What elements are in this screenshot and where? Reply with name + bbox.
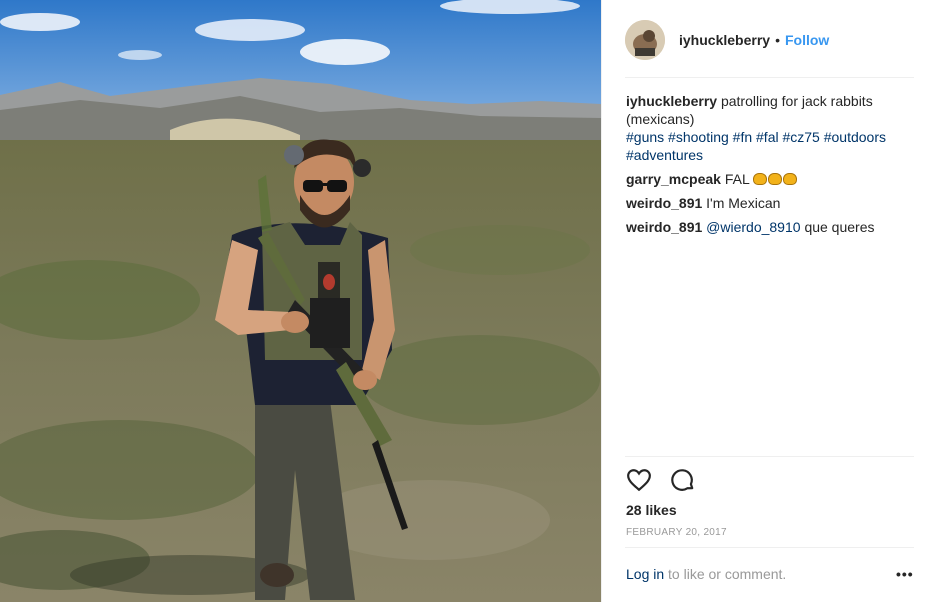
header-separator: • (775, 32, 780, 48)
header-username[interactable]: iyhuckleberry (679, 32, 770, 48)
avatar[interactable] (625, 20, 665, 60)
login-link[interactable]: Log in (626, 566, 664, 582)
comment-username[interactable]: weirdo_891 (626, 195, 702, 211)
more-options-icon[interactable]: ••• (896, 566, 914, 582)
punch-emoji-icon (753, 173, 768, 185)
comment-text: I'm Mexican (706, 195, 781, 211)
comment-item: weirdo_891 I'm Mexican (626, 194, 906, 212)
likes-count[interactable]: 28 likes (626, 502, 677, 518)
comment-mention[interactable]: @wierdo_8910 (706, 219, 800, 235)
actions-divider (625, 456, 914, 457)
post-sidebar: iyhuckleberry • Follow iyhuckleberry pat… (601, 0, 936, 602)
hashtag[interactable]: #cz75 (782, 129, 819, 145)
speech-bubble-icon[interactable] (670, 467, 696, 493)
comment-username[interactable]: weirdo_891 (626, 219, 702, 235)
punch-emoji-icon (783, 173, 798, 185)
comment-username[interactable]: garry_mcpeak (626, 171, 721, 187)
comment-item: weirdo_891 @wierdo_8910 que queres (626, 218, 906, 236)
avatar-image (625, 20, 665, 60)
footer-divider (625, 547, 914, 548)
hashtag[interactable]: #fn (733, 129, 752, 145)
follow-button[interactable]: Follow (785, 32, 829, 48)
instagram-post: iyhuckleberry • Follow iyhuckleberry pat… (0, 0, 936, 602)
comment-text: que queres (804, 219, 875, 235)
hashtag[interactable]: #outdoors (824, 129, 886, 145)
hashtag[interactable]: #guns (626, 129, 664, 145)
caption: iyhuckleberry patrolling for jack rabbit… (626, 92, 906, 164)
caption-username[interactable]: iyhuckleberry (626, 93, 717, 109)
hashtag[interactable]: #shooting (668, 129, 729, 145)
login-prompt-text: to like or comment. (668, 566, 787, 582)
punch-emoji-icon (768, 173, 783, 185)
header-divider (625, 77, 914, 78)
post-photo[interactable] (0, 0, 601, 602)
heart-outline-icon[interactable] (626, 467, 652, 493)
hashtag[interactable]: #fal (756, 129, 779, 145)
comments-list: iyhuckleberry patrolling for jack rabbit… (626, 92, 906, 242)
comment-item: garry_mcpeak FAL (626, 170, 906, 188)
comment-text: FAL (724, 171, 750, 187)
login-prompt: Log in to like or comment. (626, 566, 786, 582)
post-actions (626, 467, 696, 493)
post-photo-image (0, 0, 601, 602)
post-header: iyhuckleberry • Follow (625, 18, 915, 62)
post-date[interactable]: FEBRUARY 20, 2017 (626, 527, 727, 538)
hashtag[interactable]: #adventures (626, 147, 703, 163)
